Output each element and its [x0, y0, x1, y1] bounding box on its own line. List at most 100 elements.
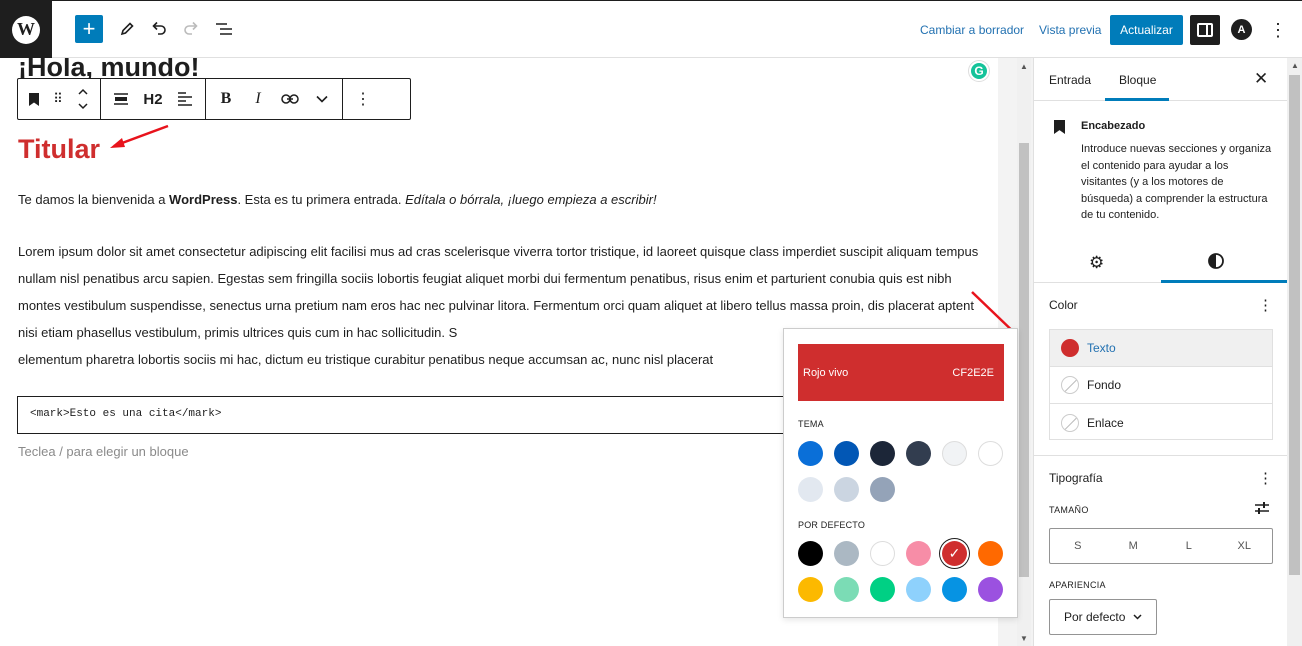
- color-panel-title[interactable]: Color: [1049, 298, 1078, 312]
- theme-color-swatch[interactable]: [834, 441, 859, 466]
- intro-paragraph[interactable]: Te damos la bienvenida a WordPress. Esta…: [18, 192, 657, 207]
- settings-gear-icon[interactable]: ⚙: [1089, 253, 1104, 273]
- intro-text-mid: . Esta es tu primera entrada.: [237, 192, 406, 207]
- color-panel-more-icon[interactable]: ⋮: [1258, 296, 1273, 314]
- block-placeholder[interactable]: Teclea / para elegir un bloque: [18, 444, 189, 459]
- undo-icon[interactable]: [145, 15, 173, 43]
- selected-color-preview[interactable]: Rojo vivo CF2E2E: [798, 344, 1004, 401]
- default-color-swatch[interactable]: [870, 577, 895, 602]
- add-block-button[interactable]: +: [75, 15, 103, 43]
- font-size-m[interactable]: M: [1106, 529, 1162, 563]
- default-color-swatch[interactable]: [906, 577, 931, 602]
- theme-colors-label: TEMA: [798, 419, 824, 429]
- block-card-description: Introduce nuevas secciones y organiza el…: [1081, 143, 1272, 221]
- font-size-l[interactable]: L: [1161, 529, 1217, 563]
- grammarly-icon[interactable]: G: [969, 61, 989, 81]
- block-inspector-tabs: ⚙: [1034, 246, 1288, 283]
- document-overview-icon[interactable]: [210, 15, 238, 43]
- link-icon[interactable]: [274, 79, 306, 119]
- chevron-down-icon: [1133, 614, 1142, 620]
- color-item-link-label: Enlace: [1087, 415, 1124, 430]
- lorem-text: Lorem ipsum dolor sit amet consectetur a…: [18, 244, 979, 340]
- color-item-text[interactable]: Texto: [1050, 330, 1272, 367]
- update-button[interactable]: Actualizar: [1110, 15, 1183, 45]
- tab-active-indicator: [1105, 98, 1169, 101]
- switch-to-draft-link[interactable]: Cambiar a borrador: [920, 23, 1024, 37]
- default-colors-label: POR DEFECTO: [798, 520, 866, 530]
- default-color-swatch[interactable]: [798, 577, 823, 602]
- editor-scrollbar[interactable]: ▲ ▼: [1017, 58, 1031, 646]
- close-icon[interactable]: ✕: [1254, 69, 1268, 89]
- italic-icon[interactable]: I: [242, 79, 274, 119]
- appearance-label: APARIENCIA: [1049, 580, 1106, 590]
- align-wide-icon[interactable]: [105, 79, 137, 119]
- default-color-swatch[interactable]: [798, 541, 823, 566]
- settings-sidebar: Entrada Bloque ✕ Encabezado Introduce nu…: [1033, 58, 1288, 646]
- astra-icon[interactable]: A: [1231, 19, 1252, 40]
- default-color-swatch[interactable]: [978, 577, 1003, 602]
- block-card-title: Encabezado: [1081, 120, 1146, 132]
- theme-color-swatch[interactable]: [870, 441, 895, 466]
- theme-color-swatch[interactable]: [978, 441, 1003, 466]
- color-item-background-label: Fondo: [1087, 378, 1122, 392]
- theme-color-swatch[interactable]: [870, 477, 895, 502]
- appearance-value: Por defecto: [1064, 610, 1126, 624]
- selected-color-hex: CF2E2E: [952, 366, 994, 379]
- appearance-select[interactable]: Por defecto: [1049, 599, 1157, 635]
- lorem-text-last: elementum pharetra lobortis sociis mi ha…: [18, 352, 714, 367]
- options-more-icon[interactable]: ⋮: [1269, 18, 1287, 42]
- styles-contrast-icon[interactable]: [1206, 251, 1226, 271]
- default-color-swatch[interactable]: [978, 541, 1003, 566]
- default-color-swatch[interactable]: [870, 541, 895, 566]
- intro-text-italic: Edítala o bórrala, ¡luego empieza a escr…: [405, 192, 657, 207]
- custom-size-sliders-icon[interactable]: [1254, 501, 1270, 515]
- top-toolbar: W + Cambiar a borrador Vista previa Actu…: [0, 1, 1302, 58]
- tab-post[interactable]: Entrada: [1049, 73, 1091, 87]
- preview-link[interactable]: Vista previa: [1039, 23, 1101, 37]
- wordpress-logo-icon[interactable]: W: [0, 1, 52, 58]
- heading-block[interactable]: Titular: [18, 134, 100, 165]
- code-block[interactable]: <mark>Esto es una cita</mark>: [17, 396, 807, 434]
- intro-text-bold: WordPress: [169, 192, 238, 207]
- theme-color-swatch[interactable]: [798, 477, 823, 502]
- redo-icon[interactable]: [177, 15, 205, 43]
- more-rich-text-chevron-down-icon[interactable]: [306, 79, 338, 119]
- typography-panel-title[interactable]: Tipografía: [1049, 471, 1103, 485]
- theme-color-swatch[interactable]: [798, 441, 823, 466]
- drag-handle-icon[interactable]: ⠿: [46, 79, 70, 119]
- edit-pencil-icon[interactable]: [113, 15, 141, 43]
- color-picker-popover: Rojo vivo CF2E2E TEMA POR DEFECTO ✓: [783, 328, 1018, 618]
- color-item-text-label: Texto: [1087, 341, 1116, 355]
- heading-bookmark-icon: [1054, 120, 1065, 134]
- default-color-swatch[interactable]: [834, 577, 859, 602]
- default-color-swatch[interactable]: [942, 577, 967, 602]
- move-up-down-icon[interactable]: [70, 79, 96, 119]
- typography-panel-more-icon[interactable]: ⋮: [1258, 469, 1273, 487]
- theme-color-swatch[interactable]: [906, 441, 931, 466]
- block-options-more-icon[interactable]: ⋮: [347, 79, 379, 119]
- font-size-s[interactable]: S: [1050, 529, 1106, 563]
- default-color-swatch[interactable]: [906, 541, 931, 566]
- styles-tab-active-indicator: [1161, 280, 1288, 283]
- tab-block[interactable]: Bloque: [1119, 73, 1156, 87]
- font-size-xl[interactable]: XL: [1217, 529, 1273, 563]
- heading-block-icon[interactable]: [22, 79, 46, 119]
- intro-text-pre: Te damos la bienvenida a: [18, 192, 170, 207]
- theme-color-swatch[interactable]: [942, 441, 967, 466]
- size-label: TAMAÑO: [1049, 505, 1089, 515]
- default-color-swatch[interactable]: [834, 541, 859, 566]
- bold-icon[interactable]: B: [210, 79, 242, 119]
- text-align-icon[interactable]: [169, 79, 201, 119]
- theme-color-swatch[interactable]: [834, 477, 859, 502]
- text-color-indicator: [1061, 339, 1079, 357]
- sidebar-scrollbar[interactable]: ▲: [1287, 58, 1302, 646]
- link-color-indicator: [1061, 413, 1079, 432]
- selected-color-name: Rojo vivo: [803, 366, 849, 379]
- font-size-picker: S M L XL: [1049, 528, 1273, 564]
- block-toolbar: ⠿ H2 B I ⋮: [17, 78, 411, 120]
- heading-level-button[interactable]: H2: [137, 79, 169, 119]
- settings-sidebar-toggle-icon[interactable]: [1190, 15, 1220, 45]
- color-item-background[interactable]: Fondo: [1050, 367, 1272, 404]
- default-color-swatch[interactable]: ✓: [942, 541, 967, 566]
- color-item-link[interactable]: Enlace: [1050, 404, 1272, 441]
